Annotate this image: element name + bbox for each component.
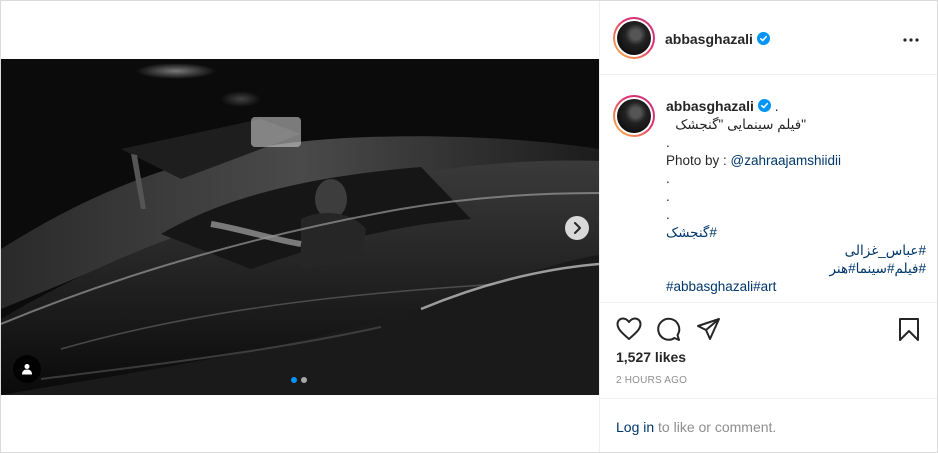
tagged-users-button[interactable] bbox=[13, 355, 41, 383]
post-media bbox=[1, 1, 599, 452]
caption-header: abbasghazali . bbox=[666, 97, 926, 116]
hashtag-1[interactable]: #گنجشک bbox=[666, 224, 926, 242]
user-tag-icon bbox=[22, 364, 32, 375]
post-header: abbasghazali bbox=[600, 1, 937, 75]
caption-line-6: . bbox=[666, 207, 670, 222]
login-prompt-text: to like or comment. bbox=[654, 419, 777, 435]
chevron-right-icon bbox=[574, 222, 581, 234]
post-photo[interactable] bbox=[1, 59, 599, 395]
more-options-icon bbox=[903, 38, 919, 42]
caption-username[interactable]: abbasghazali bbox=[666, 98, 754, 114]
login-prompt: Log in to like or comment. bbox=[616, 419, 776, 435]
action-bar bbox=[600, 311, 937, 351]
heart-icon bbox=[616, 317, 642, 340]
carousel-dot-2 bbox=[301, 377, 307, 383]
hashtag-3[interactable]: #فیلم#سینما#هنر bbox=[666, 260, 926, 278]
likes-count[interactable]: 1,527 likes bbox=[616, 349, 686, 365]
avatar-image bbox=[617, 99, 651, 133]
caption-avatar[interactable] bbox=[613, 95, 655, 137]
like-button[interactable] bbox=[616, 317, 642, 346]
header-avatar[interactable] bbox=[613, 17, 655, 59]
carousel-indicator bbox=[291, 377, 307, 383]
photo-image bbox=[1, 59, 599, 395]
verified-badge-icon bbox=[757, 99, 771, 112]
photographer-mention[interactable]: @zahraajamshiidii bbox=[731, 153, 842, 168]
verified-badge-icon bbox=[756, 32, 770, 45]
comment-icon bbox=[657, 317, 681, 341]
avatar-image bbox=[617, 21, 651, 55]
post-details-panel: abbasghazali abbasghazali . "فیلم سینمای… bbox=[600, 1, 937, 452]
comment-footer: Log in to like or comment. bbox=[600, 398, 937, 452]
caption-area: abbasghazali . "فیلم سینمایی "گنجشک . Ph… bbox=[600, 75, 937, 303]
caption-line-3: Photo by : @zahraajamshiidii bbox=[666, 153, 842, 168]
caption-line-5: . bbox=[666, 189, 670, 204]
hashtag-4[interactable]: #abbasghazali#art bbox=[666, 278, 926, 296]
carousel-dot-1 bbox=[291, 377, 297, 383]
header-username[interactable]: abbasghazali bbox=[665, 31, 753, 47]
save-button[interactable] bbox=[898, 317, 920, 347]
caption-line-1: "فیلم سینمایی "گنجشک bbox=[675, 117, 806, 132]
share-icon bbox=[697, 318, 720, 340]
caption-text: abbasghazali . "فیلم سینمایی "گنجشک . Ph… bbox=[666, 97, 926, 296]
comment-button[interactable] bbox=[656, 317, 681, 347]
bookmark-icon bbox=[899, 318, 919, 341]
caption-line-4: . bbox=[666, 171, 670, 186]
header-user: abbasghazali bbox=[665, 31, 770, 49]
carousel-next-button[interactable] bbox=[565, 216, 589, 240]
hashtag-2[interactable]: #عباس_غزالی bbox=[666, 242, 926, 260]
caption-line-2: . bbox=[666, 135, 670, 150]
login-link[interactable]: Log in bbox=[616, 419, 654, 435]
caption-dot: . bbox=[774, 99, 779, 114]
post-timestamp[interactable]: 2 HOURS AGO bbox=[616, 375, 687, 386]
more-options-button[interactable] bbox=[903, 29, 919, 47]
share-button[interactable] bbox=[696, 317, 721, 346]
